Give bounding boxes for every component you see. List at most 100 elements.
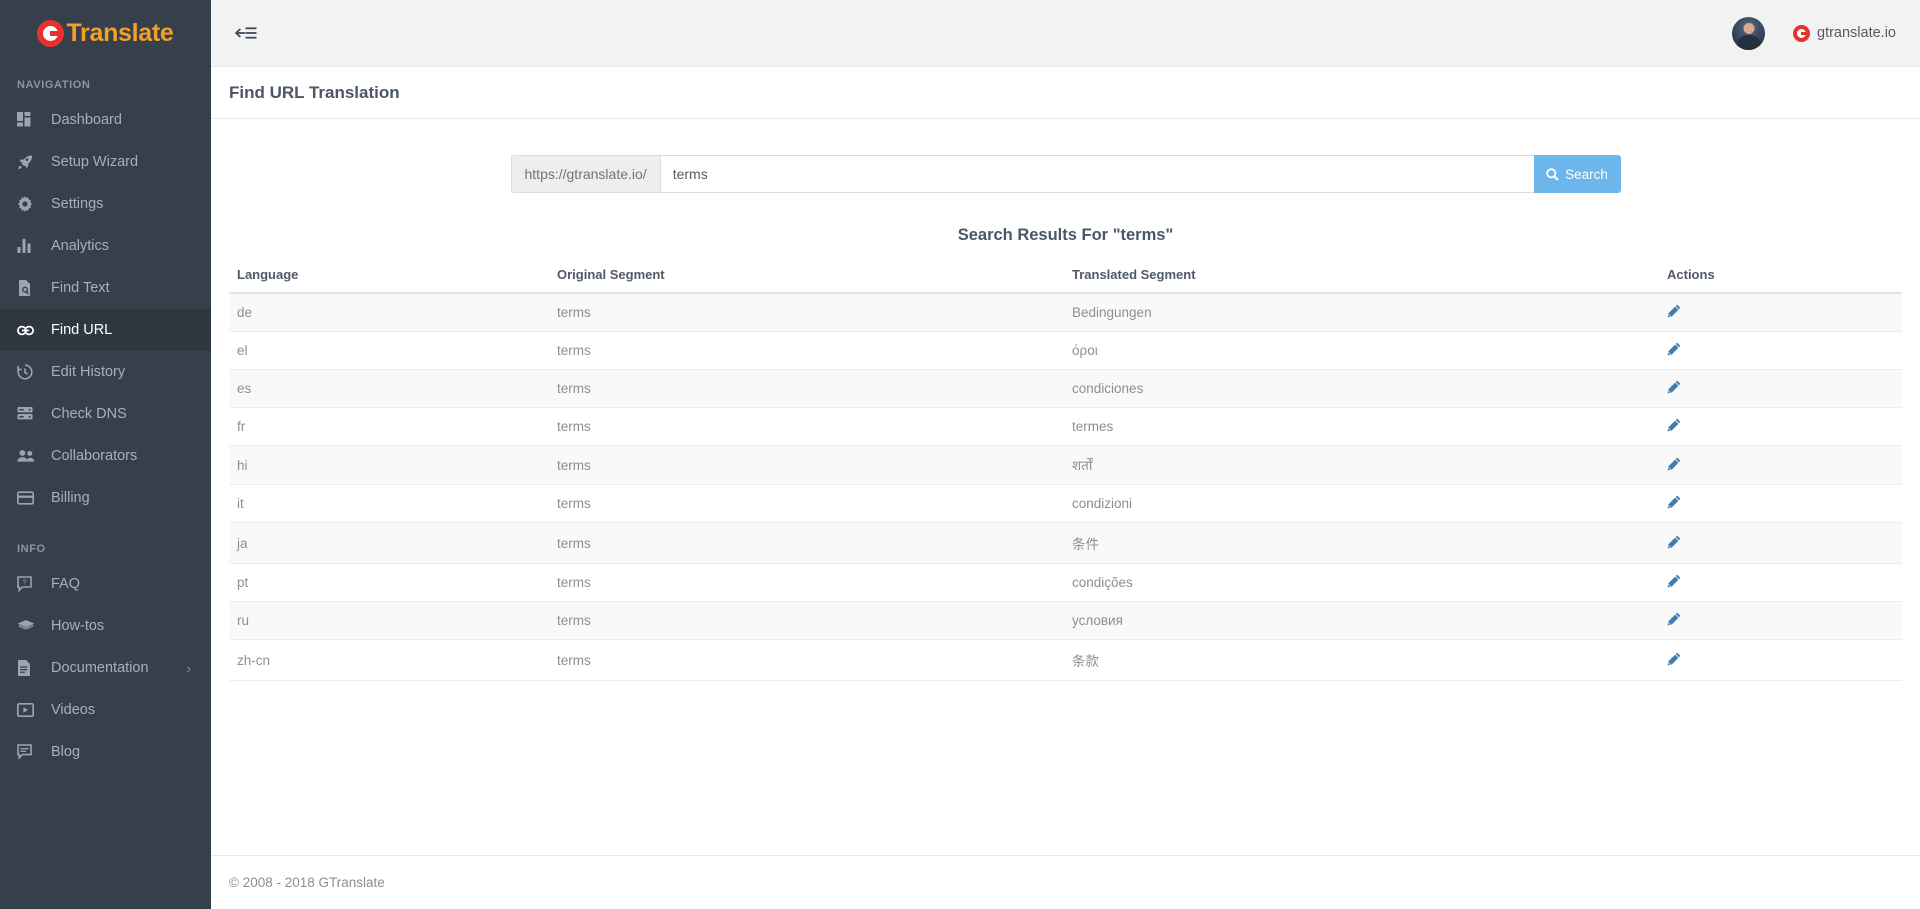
- sidebar-item-settings[interactable]: Settings: [0, 183, 211, 225]
- cell-translated: условия: [1064, 601, 1659, 640]
- edit-row-button[interactable]: [1667, 495, 1681, 509]
- cell-translated: शर्तों: [1064, 445, 1659, 485]
- site-selector[interactable]: gtranslate.io: [1793, 24, 1896, 42]
- sidebar-item-label: How-tos: [51, 618, 105, 634]
- sidebar-item-analytics[interactable]: Analytics: [0, 225, 211, 267]
- edit-pencil-icon: [1667, 652, 1681, 665]
- cell-translated: 条件: [1064, 522, 1659, 564]
- sidebar-item-label: FAQ: [51, 576, 81, 592]
- sidebar-item-label: Blog: [51, 744, 81, 760]
- sidebar-item-faq[interactable]: ? FAQ: [0, 563, 211, 605]
- cell-original: terms: [549, 369, 1064, 408]
- app-root: Translate NAVIGATION Dashboard Setup Wiz…: [0, 0, 1920, 909]
- edit-row-button[interactable]: [1667, 612, 1681, 626]
- edit-row-button[interactable]: [1667, 652, 1681, 666]
- cell-language: el: [229, 331, 549, 370]
- search-input[interactable]: [659, 155, 1534, 193]
- cell-language: es: [229, 369, 549, 408]
- edit-row-button[interactable]: [1667, 535, 1681, 549]
- cell-actions: [1659, 293, 1902, 332]
- sidebar-item-label: Billing: [51, 490, 90, 506]
- people-icon: [17, 447, 43, 465]
- edit-row-button[interactable]: [1667, 304, 1681, 318]
- cell-original: terms: [549, 484, 1064, 523]
- edit-row-button[interactable]: [1667, 418, 1681, 432]
- cell-actions: [1659, 484, 1902, 523]
- cell-language: ja: [229, 522, 549, 564]
- video-play-icon: [17, 701, 43, 719]
- results-table: Language Original Segment Translated Seg…: [229, 263, 1902, 681]
- cell-language: zh-cn: [229, 639, 549, 681]
- chevron-right-icon: ›: [186, 660, 191, 676]
- table-row: es terms condiciones: [229, 369, 1902, 408]
- cell-language: fr: [229, 407, 549, 446]
- table-row: pt terms condições: [229, 563, 1902, 602]
- sidebar-item-documentation[interactable]: Documentation ›: [0, 647, 211, 689]
- cell-actions: [1659, 331, 1902, 370]
- sidebar-item-check-dns[interactable]: Check DNS: [0, 393, 211, 435]
- table-header-row: Language Original Segment Translated Seg…: [229, 263, 1902, 294]
- sidebar-item-find-text[interactable]: Find Text: [0, 267, 211, 309]
- cell-actions: [1659, 407, 1902, 446]
- sidebar-item-blog[interactable]: Blog: [0, 731, 211, 773]
- column-header-language: Language: [229, 263, 549, 294]
- gtranslate-g-icon: [37, 20, 65, 47]
- sidebar-item-collaborators[interactable]: Collaborators: [0, 435, 211, 477]
- sidebar-item-dashboard[interactable]: Dashboard: [0, 99, 211, 141]
- cell-translated: condições: [1064, 563, 1659, 602]
- edit-pencil-icon: [1667, 342, 1681, 356]
- user-avatar[interactable]: [1732, 16, 1765, 50]
- results-heading: Search Results For "terms": [957, 226, 1174, 244]
- column-header-translated: Translated Segment: [1064, 263, 1659, 294]
- edit-pencil-icon: [1667, 574, 1681, 588]
- edit-row-button[interactable]: [1667, 574, 1681, 588]
- sidebar-item-how-tos[interactable]: How-tos: [0, 605, 211, 647]
- sidebar-section-info-title: INFO: [17, 543, 46, 555]
- sidebar-item-videos[interactable]: Videos: [0, 689, 211, 731]
- collapse-sidebar-icon[interactable]: [229, 16, 263, 50]
- edit-row-button[interactable]: [1667, 342, 1681, 356]
- cell-translated: termes: [1064, 407, 1659, 446]
- copyright-text: © 2008 - 2018 GTranslate: [229, 875, 385, 890]
- sidebar-item-find-url[interactable]: Find URL: [0, 309, 211, 351]
- topbar: gtranslate.io: [211, 0, 1920, 67]
- svg-text:?: ?: [23, 580, 27, 587]
- url-prefix-label: https://gtranslate.io/: [510, 155, 660, 193]
- brand-logo-block[interactable]: Translate: [0, 0, 211, 67]
- sidebar-item-setup-wizard[interactable]: Setup Wizard: [0, 141, 211, 183]
- search-icon: [1546, 167, 1559, 181]
- edit-row-button[interactable]: [1667, 457, 1681, 471]
- gtranslate-g-icon: [1793, 24, 1810, 42]
- sidebar-item-label: Find Text: [51, 280, 110, 296]
- sidebar-item-label: Setup Wizard: [51, 154, 139, 170]
- clock-history-icon: [17, 363, 43, 381]
- document-icon: [17, 659, 43, 677]
- cell-actions: [1659, 369, 1902, 408]
- table-row: ja terms 条件: [229, 522, 1902, 564]
- sidebar-item-label: Find URL: [51, 322, 113, 338]
- table-row: fr terms termes: [229, 407, 1902, 446]
- cell-actions: [1659, 445, 1902, 485]
- cell-language: de: [229, 293, 549, 332]
- cell-translated: condizioni: [1064, 484, 1659, 523]
- site-name-label: gtranslate.io: [1817, 25, 1896, 41]
- cell-original: terms: [549, 331, 1064, 370]
- sidebar-item-edit-history[interactable]: Edit History: [0, 351, 211, 393]
- cell-original: terms: [549, 522, 1064, 564]
- edit-row-button[interactable]: [1667, 380, 1681, 394]
- rocket-icon: [17, 153, 43, 171]
- sidebar-item-billing[interactable]: Billing: [0, 477, 211, 519]
- question-bubble-icon: ?: [17, 575, 43, 593]
- main-area: gtranslate.io Find URL Translation https…: [211, 0, 1920, 909]
- edit-pencil-icon: [1667, 380, 1681, 394]
- table-row: zh-cn terms 条款: [229, 639, 1902, 681]
- graduation-cap-icon: [17, 617, 43, 635]
- cell-translated: όροι: [1064, 331, 1659, 370]
- column-header-original: Original Segment: [549, 263, 1064, 294]
- search-button[interactable]: Search: [1533, 155, 1621, 193]
- page-title: Find URL Translation: [229, 82, 400, 102]
- credit-card-icon: [17, 489, 43, 507]
- sidebar: Translate NAVIGATION Dashboard Setup Wiz…: [0, 0, 211, 909]
- sidebar-item-label: Documentation: [51, 660, 149, 676]
- document-search-icon: [17, 279, 43, 297]
